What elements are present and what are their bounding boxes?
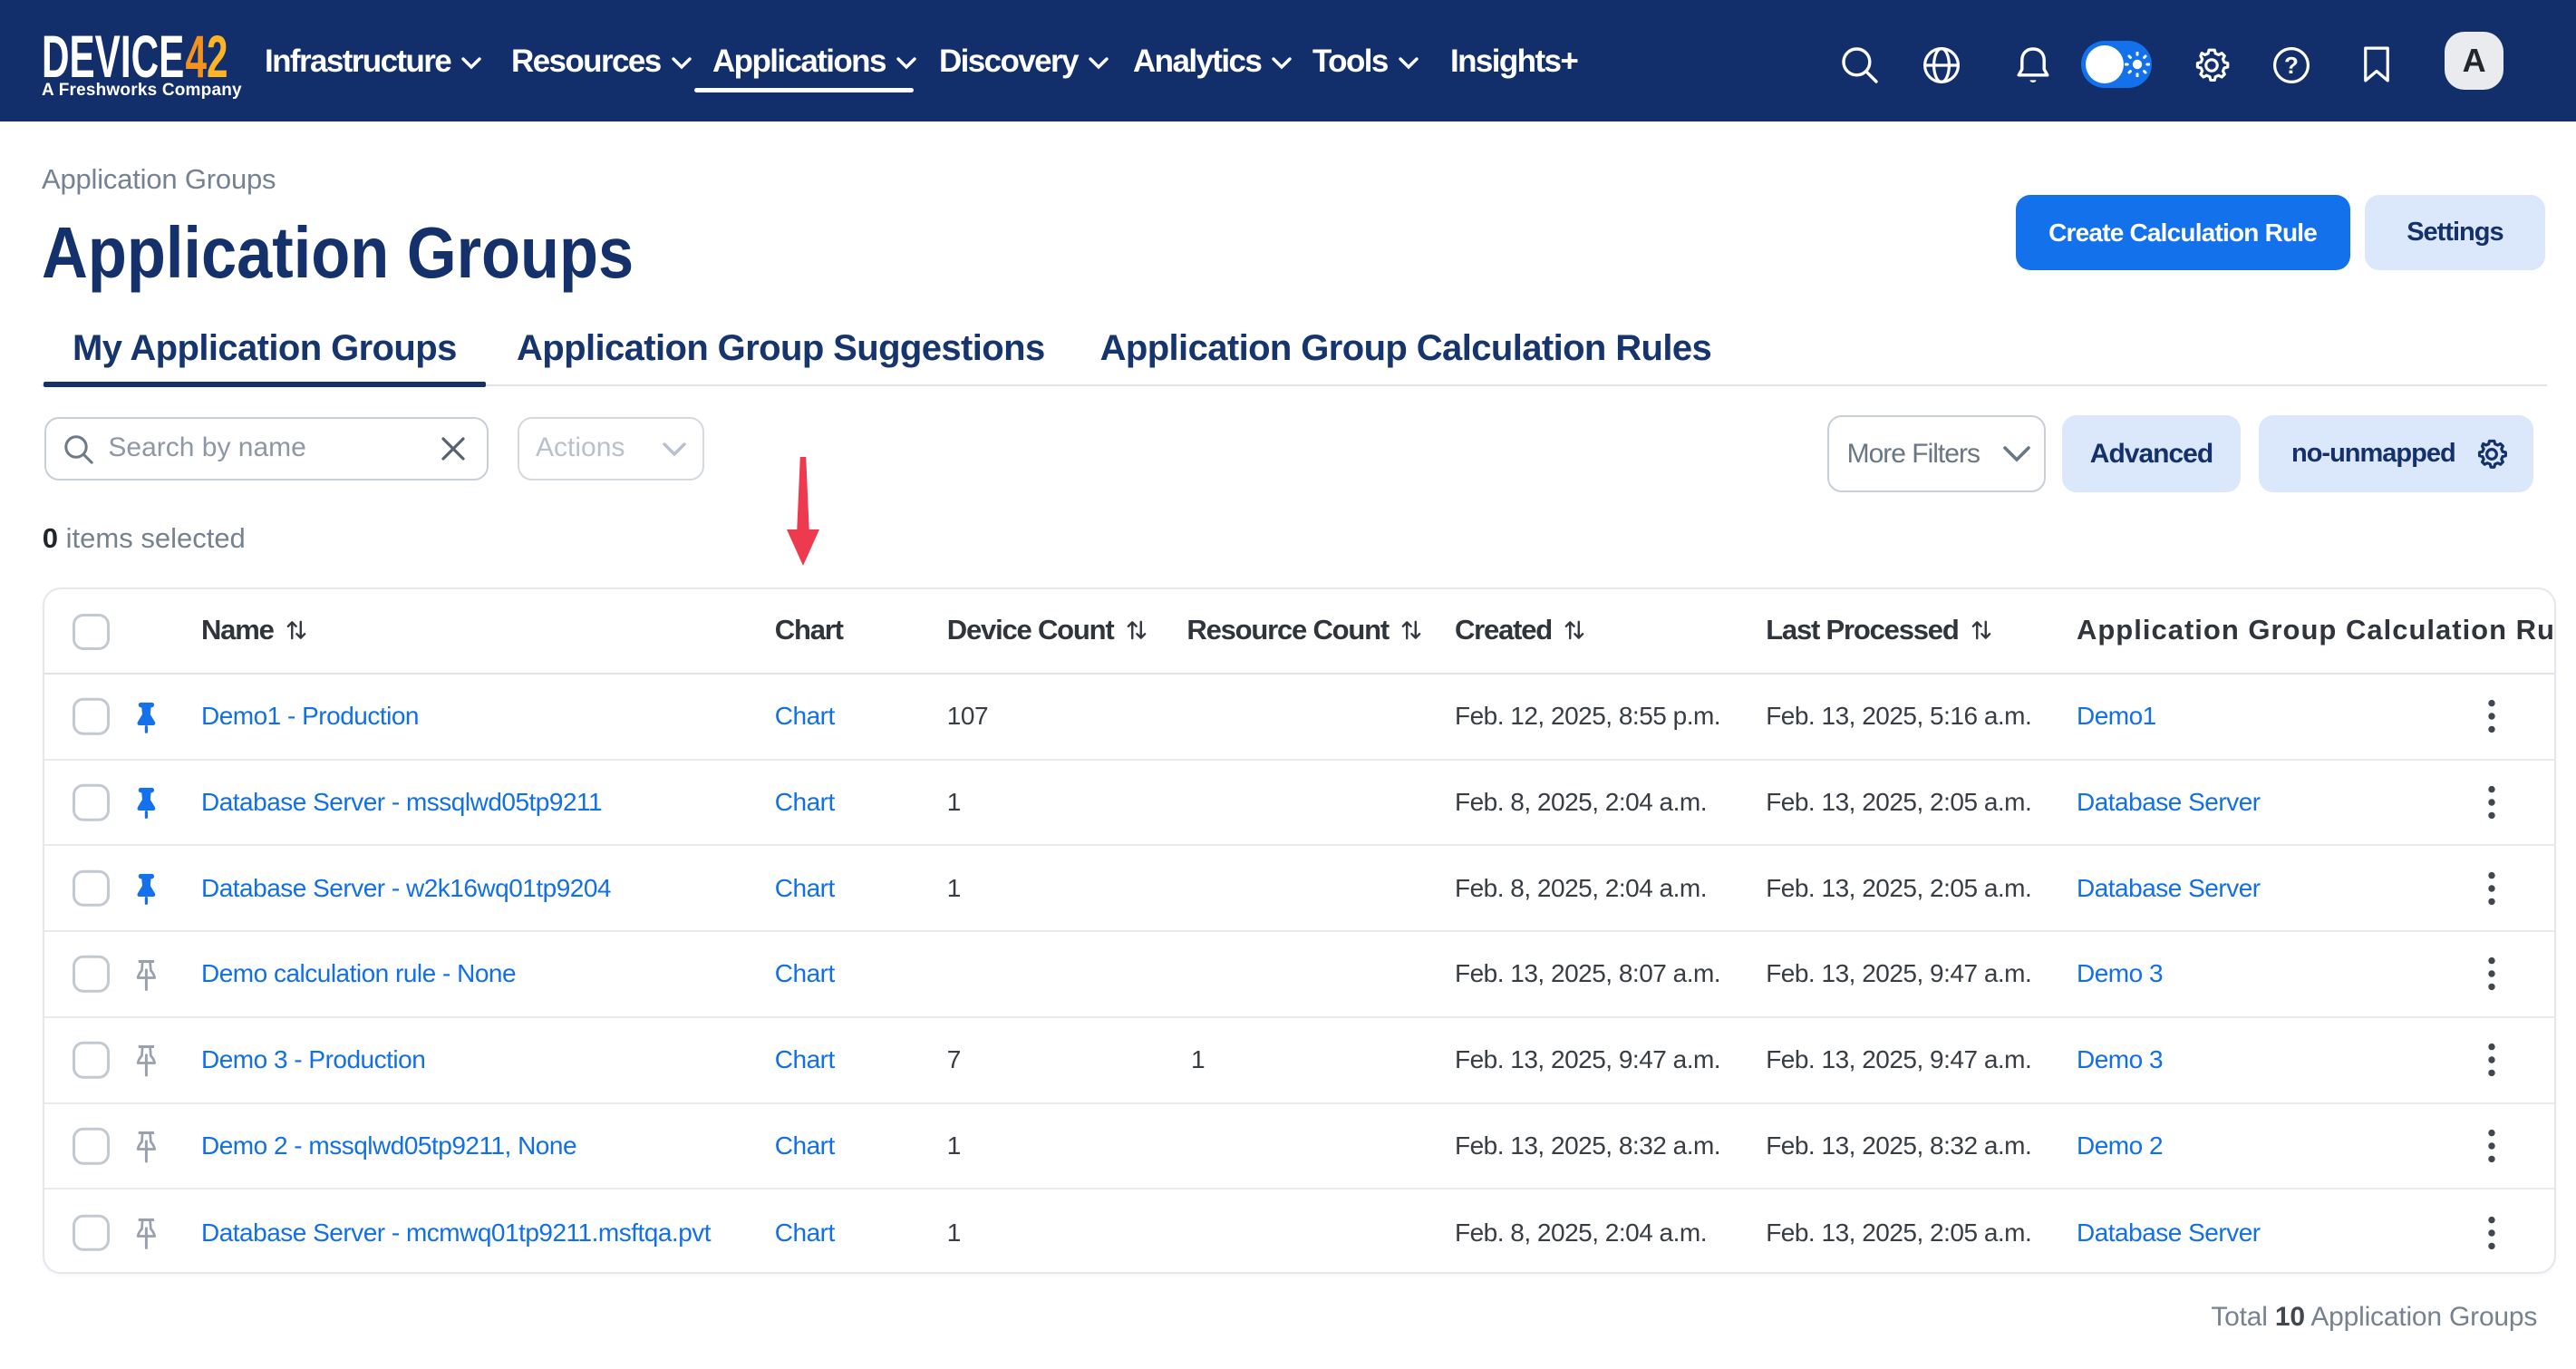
svg-text:?: ? bbox=[2284, 52, 2299, 79]
